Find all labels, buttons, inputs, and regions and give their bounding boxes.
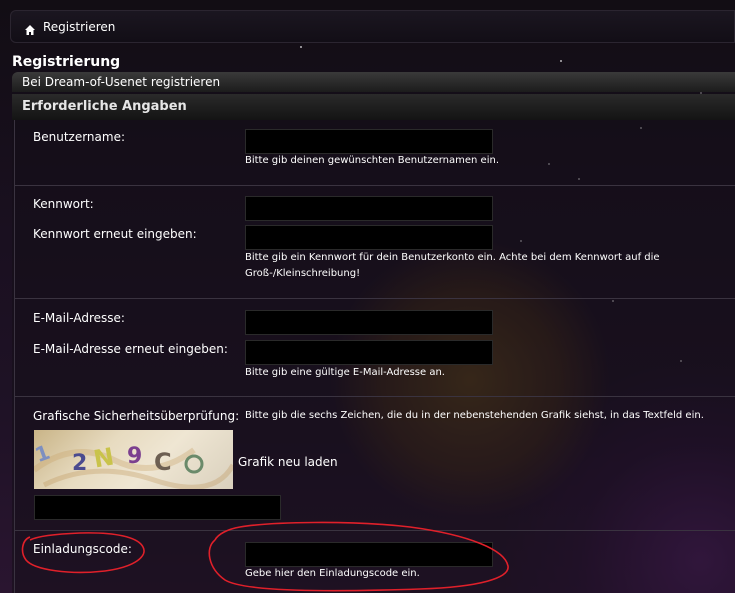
password-input[interactable] [245, 196, 493, 221]
email-hint: Bitte gib eine gültige E-Mail-Adresse an… [245, 367, 445, 378]
invite-label: Einladungscode: [33, 542, 132, 556]
row-divider [14, 396, 735, 397]
email-input[interactable] [245, 310, 493, 335]
password-label: Kennwort: [33, 197, 94, 211]
username-input[interactable] [245, 129, 493, 154]
breadcrumb-bar: Registrieren [10, 10, 735, 43]
row-divider [14, 298, 735, 299]
breadcrumb-home-link[interactable]: Registrieren [43, 20, 115, 34]
username-label: Benutzername: [33, 130, 126, 144]
email-label: E-Mail-Adresse: [33, 311, 125, 325]
svg-text:9: 9 [127, 444, 142, 469]
form-left-border [14, 120, 15, 593]
svg-text:1: 1 [34, 440, 53, 467]
username-hint: Bitte gib deinen gewünschten Benutzernam… [245, 155, 500, 166]
svg-text:C: C [154, 448, 172, 476]
email-confirm-label: E-Mail-Adresse erneut eingeben: [33, 342, 228, 356]
invite-input[interactable] [245, 542, 493, 567]
panel-header: Bei Dream-of-Usenet registrieren [12, 72, 735, 92]
captcha-image: 1 2 N 9 C [34, 430, 233, 489]
row-divider [14, 530, 735, 531]
captcha-reload-link[interactable]: Grafik neu laden [238, 455, 338, 469]
svg-text:N: N [91, 442, 116, 473]
row-divider [14, 185, 735, 186]
email-confirm-input[interactable] [245, 340, 493, 365]
captcha-label: Grafische Sicherheitsüberprüfung: [33, 409, 240, 423]
password-confirm-label: Kennwort erneut eingeben: [33, 227, 197, 241]
section-header: Erforderliche Angaben [12, 94, 735, 120]
svg-text:2: 2 [72, 451, 87, 476]
captcha-input[interactable] [34, 495, 281, 520]
captcha-hint: Bitte gib die sechs Zeichen, die du in d… [245, 410, 704, 421]
password-confirm-input[interactable] [245, 225, 493, 250]
password-hint: Bitte gib ein Kennwort für dein Benutzer… [245, 252, 660, 279]
home-icon[interactable] [24, 21, 36, 35]
page-title: Registrierung [12, 54, 121, 70]
invite-hint: Gebe hier den Einladungscode ein. [245, 568, 420, 579]
